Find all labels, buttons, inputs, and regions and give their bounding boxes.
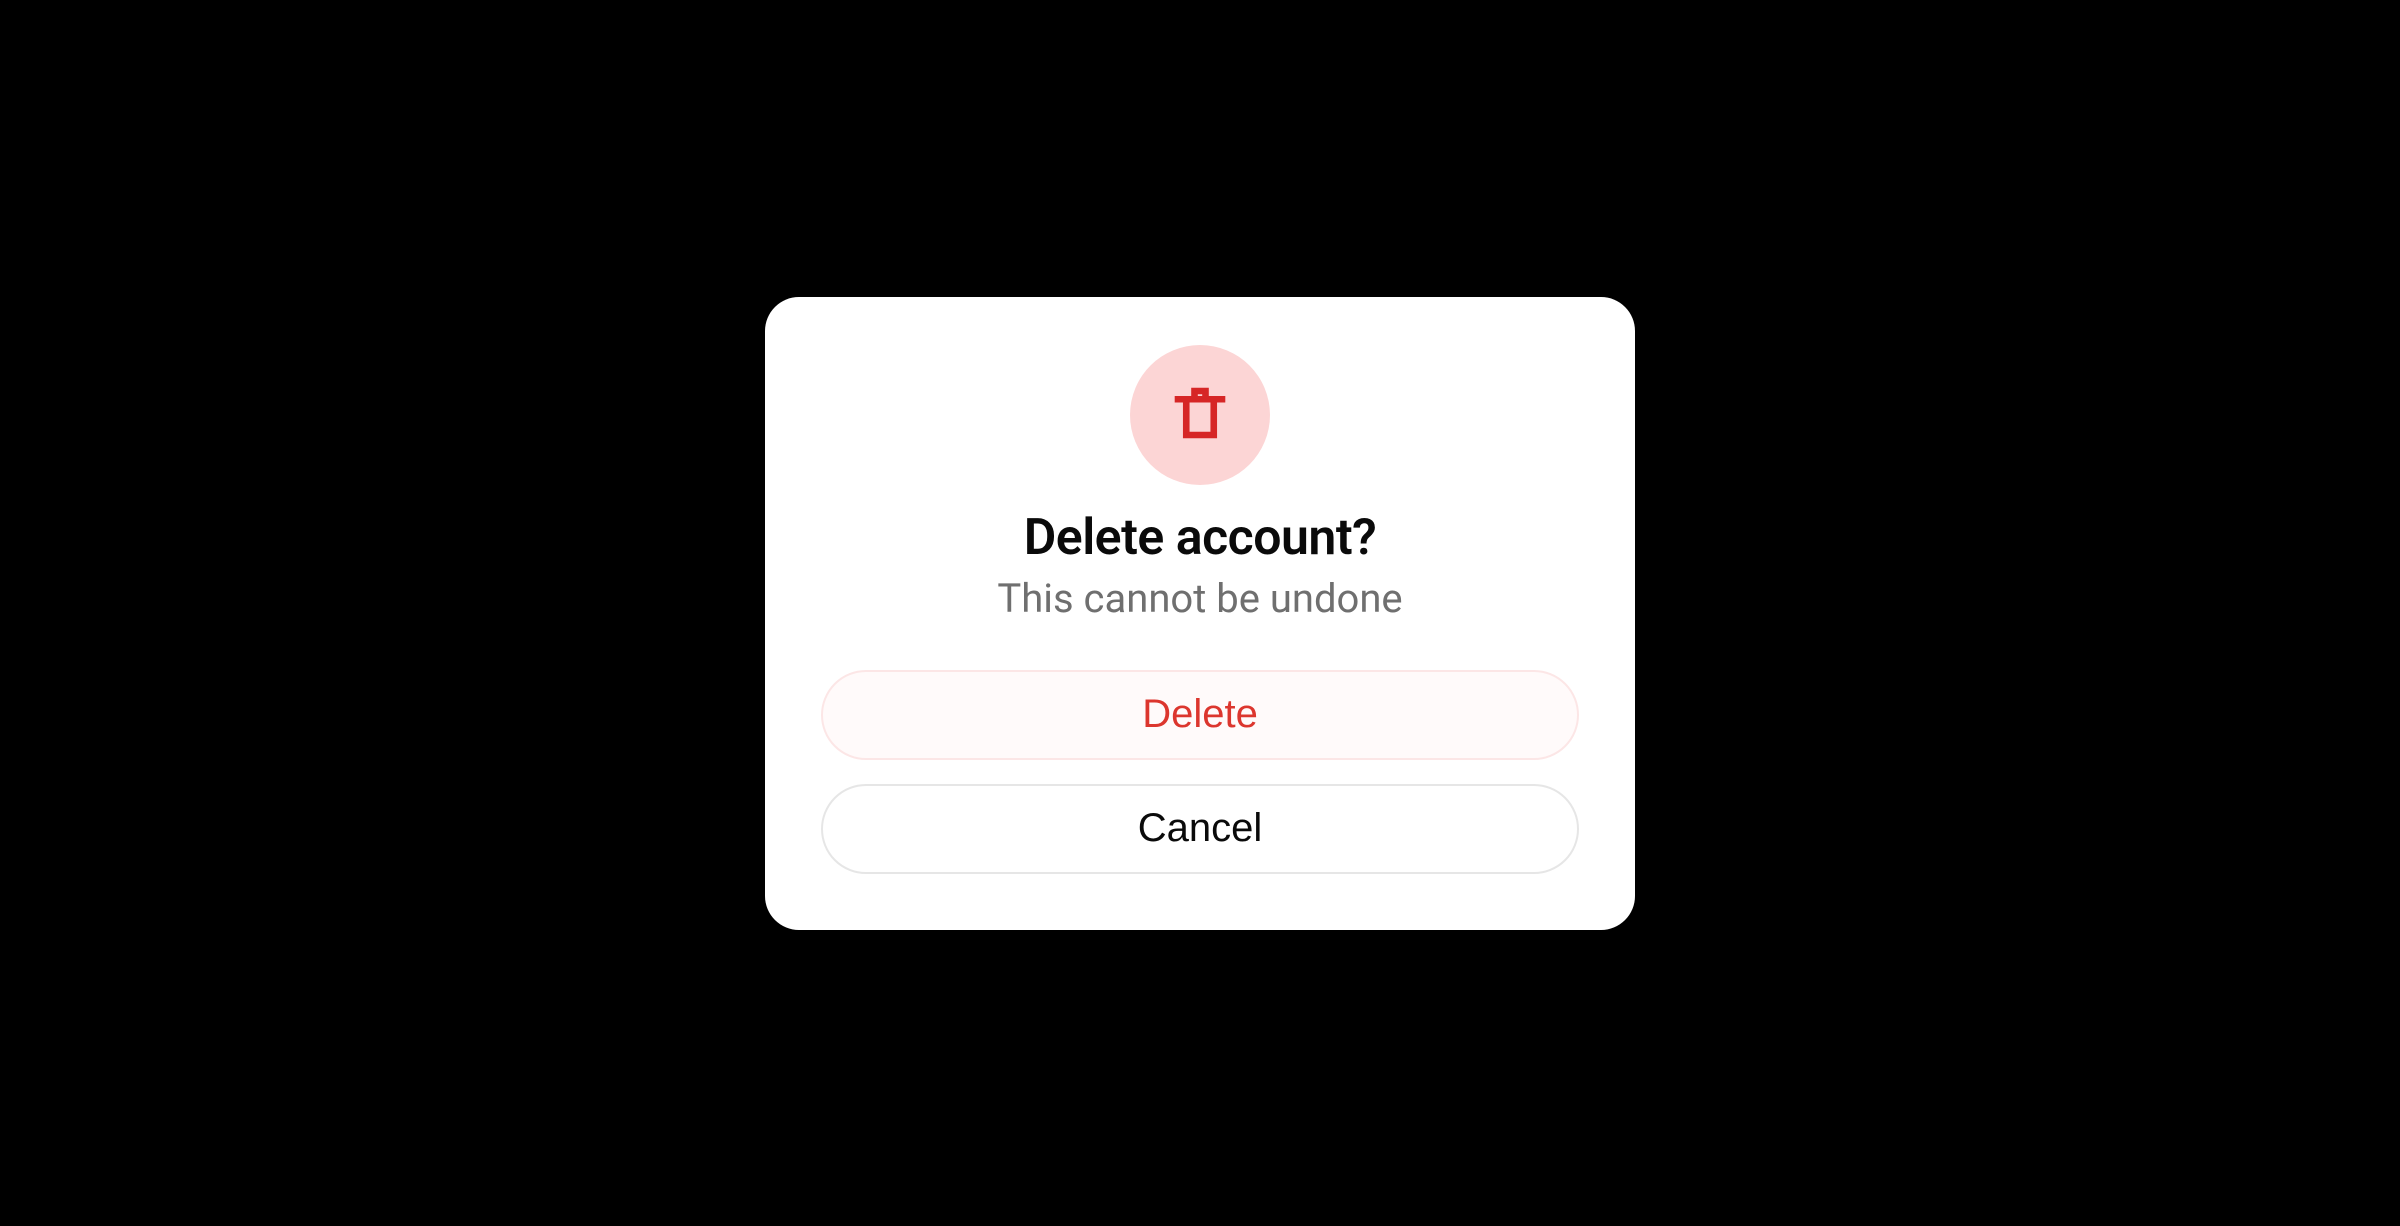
dialog-subtitle: This cannot be undone xyxy=(997,575,1402,622)
confirmation-dialog: Delete account? This cannot be undone De… xyxy=(765,297,1635,930)
delete-button[interactable]: Delete xyxy=(821,670,1579,760)
dialog-icon-circle xyxy=(1130,345,1270,485)
trash-icon xyxy=(1167,380,1233,450)
cancel-button[interactable]: Cancel xyxy=(821,784,1579,874)
dialog-title: Delete account? xyxy=(1024,509,1377,567)
